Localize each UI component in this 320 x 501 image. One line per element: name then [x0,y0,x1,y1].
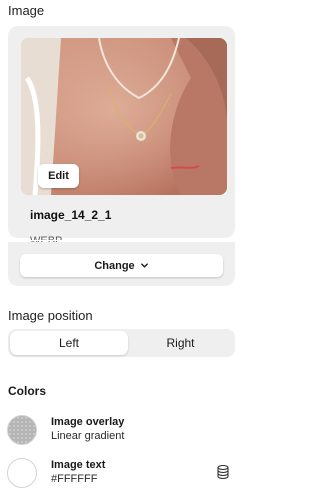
text-color-swatch[interactable] [7,458,37,488]
overlay-color-swatch[interactable] [7,415,37,445]
overlay-color-name: Image overlay [51,416,125,428]
chevron-down-icon [140,263,148,268]
edit-image-button[interactable]: Edit [38,164,79,188]
change-image-button[interactable]: Change [20,254,223,277]
position-option-right[interactable]: Right [128,331,233,355]
colors-title: Colors [8,384,47,398]
image-position-toggle: Left Right [8,329,235,357]
position-option-left[interactable]: Left [10,331,128,355]
text-color-name: Image text [51,459,106,471]
database-icon[interactable] [217,465,229,479]
image-card: Edit image_14_2_1 WEBP [8,26,235,247]
image-file-name: image_14_2_1 [30,208,112,222]
overlay-color-value: Linear gradient [51,430,125,442]
change-button-label: Change [94,259,135,272]
text-color-value: #FFFFFF [51,473,98,485]
card-divider [8,240,235,241]
image-section-label: Image [8,3,45,18]
image-position-label: Image position [8,308,93,323]
